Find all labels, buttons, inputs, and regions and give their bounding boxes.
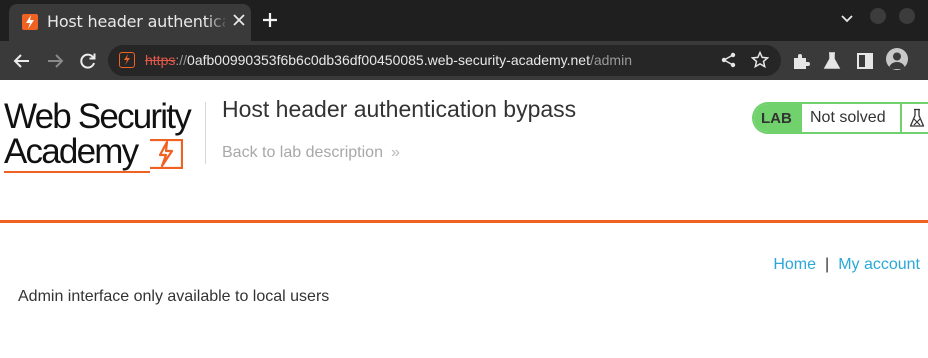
extensions-icon[interactable]: [791, 51, 811, 71]
my-account-link[interactable]: My account: [838, 256, 920, 273]
page-title: Host header authentication bypass: [222, 96, 577, 122]
close-icon[interactable]: [232, 13, 246, 27]
lab-badge-label: LAB: [761, 110, 792, 127]
site-info-icon[interactable]: [119, 52, 135, 68]
browser-tab-strip: Host header authentication bypass: [0, 0, 928, 41]
url-scheme: https: [145, 52, 176, 68]
browser-tab[interactable]: Host header authentication bypass: [9, 4, 251, 41]
maximize-button[interactable]: [899, 8, 915, 24]
logo-underline: [4, 171, 150, 173]
url-text[interactable]: https://0afb00990353f6b6c0db36df00450085…: [145, 52, 632, 68]
star-icon[interactable]: [751, 51, 769, 69]
url-separator: ://: [175, 52, 188, 68]
lightning-bolt-icon: [150, 139, 183, 169]
lab-status-divider: [900, 102, 902, 134]
url-host: 0afb00990353f6b6c0db36df00450085.web-sec…: [187, 52, 590, 68]
browser-toolbar: https://0afb00990353f6b6c0db36df00450085…: [0, 41, 928, 80]
header-divider: [205, 102, 206, 164]
sidepanel-icon[interactable]: [855, 51, 875, 71]
admin-message: Admin interface only available to local …: [18, 288, 330, 305]
back-arrow-icon[interactable]: [12, 51, 32, 71]
back-to-lab-description-link[interactable]: Back to lab description »: [222, 144, 400, 162]
logo-text-line2: Academy: [4, 132, 139, 171]
forward-arrow-icon[interactable]: [45, 51, 65, 71]
plus-icon[interactable]: [260, 10, 280, 30]
url-path: /admin: [589, 52, 632, 68]
nav-separator: |: [825, 256, 830, 273]
web-security-academy-logo[interactable]: Web Security Academy: [4, 97, 204, 175]
header-separator: [0, 220, 928, 223]
address-bar[interactable]: https://0afb00990353f6b6c0db36df00450085…: [108, 45, 781, 76]
back-link-label: Back to lab description: [222, 144, 383, 161]
reload-icon[interactable]: [78, 51, 98, 71]
profile-icon[interactable]: [886, 48, 908, 70]
share-icon[interactable]: [720, 51, 738, 69]
lightning-bolt-icon: [22, 14, 38, 30]
lab-status-widget: LAB Not solved: [752, 102, 928, 134]
tab-title-fade: [205, 8, 229, 32]
flask-icon[interactable]: [822, 51, 842, 71]
home-link[interactable]: Home: [773, 256, 816, 273]
logo-text-line1: Web Security: [4, 97, 192, 136]
lab-badge: LAB: [754, 104, 802, 132]
lab-status-text: Not solved: [810, 109, 886, 126]
flask-icon: [909, 108, 925, 127]
top-navigation: Home | My account: [773, 256, 920, 274]
double-chevron-right-icon: »: [390, 144, 400, 161]
tab-title: Host header authentication bypass: [47, 12, 225, 31]
chevron-down-icon[interactable]: [839, 11, 855, 27]
minimize-button[interactable]: [870, 8, 886, 24]
